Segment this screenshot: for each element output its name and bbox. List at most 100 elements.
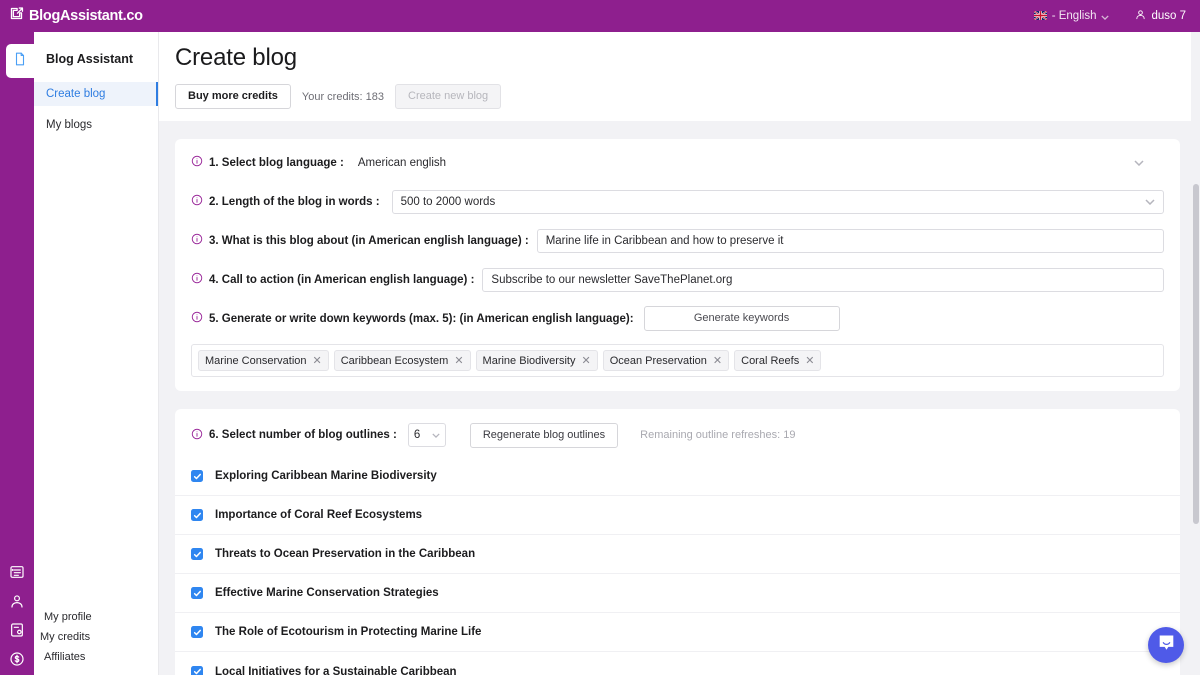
blog-outlines-card: 6. Select number of blog outlines : 6 Re… <box>175 409 1180 675</box>
close-icon[interactable]: ✕ <box>805 354 814 367</box>
info-circle-icon[interactable] <box>191 311 203 326</box>
outline-checkbox[interactable] <box>191 548 203 560</box>
credit-card-icon[interactable] <box>9 622 25 638</box>
keyword-label: Marine Biodiversity <box>483 355 576 367</box>
form-label-text: 6. Select number of blog outlines : <box>209 429 397 441</box>
close-icon[interactable]: ✕ <box>313 354 322 367</box>
outline-list-item[interactable]: Importance of Coral Reef Ecosystems <box>175 496 1180 535</box>
sidebar-item-label: My blogs <box>46 119 92 131</box>
language-value[interactable]: American english <box>358 157 446 169</box>
blog-length-select[interactable]: 500 to 2000 words <box>392 190 1164 214</box>
keyword-tag[interactable]: Marine Conservation ✕ <box>198 350 329 371</box>
top-bar-right: - English duso 7 <box>1034 7 1186 25</box>
sidebar-item-label: Create blog <box>46 88 105 100</box>
chevron-down-icon <box>1145 196 1155 208</box>
blog-length-value: 500 to 2000 words <box>401 196 496 208</box>
outline-title: Importance of Coral Reef Ecosystems <box>215 509 422 521</box>
dollar-circle-icon[interactable] <box>9 651 25 667</box>
sidebar-link-affiliates[interactable]: Affiliates <box>34 647 158 667</box>
generate-keywords-button[interactable]: Generate keywords <box>644 306 840 331</box>
keyword-tag[interactable]: Coral Reefs ✕ <box>734 350 821 371</box>
outline-list-item[interactable]: Effective Marine Conservation Strategies <box>175 574 1180 613</box>
form-row-topic: 3. What is this blog about (in American … <box>175 221 1180 260</box>
form-label-keywords: 5. Generate or write down keywords (max.… <box>191 311 634 326</box>
form-label-length: 2. Length of the blog in words : <box>191 194 380 209</box>
uk-flag-icon <box>1034 7 1047 25</box>
chevron-down-icon <box>432 429 440 441</box>
list-icon[interactable] <box>9 564 25 580</box>
page-header: Create blog Buy more credits Your credit… <box>159 32 1200 121</box>
create-new-blog-button: Create new blog <box>395 84 501 109</box>
info-circle-icon[interactable] <box>191 194 203 209</box>
sidebar-item-create-blog[interactable]: Create blog <box>34 82 158 106</box>
buy-more-credits-button[interactable]: Buy more credits <box>175 84 291 109</box>
close-icon[interactable]: ✕ <box>454 354 463 367</box>
outline-list-item[interactable]: Exploring Caribbean Marine Biodiversity <box>175 457 1180 496</box>
form-label-text: 4. Call to action (in American english l… <box>209 274 474 286</box>
user-icon <box>1135 7 1146 25</box>
form-label-text: 5. Generate or write down keywords (max.… <box>209 313 634 325</box>
form-row-length: 2. Length of the blog in words : 500 to … <box>175 182 1180 221</box>
regenerate-outlines-button[interactable]: Regenerate blog outlines <box>470 423 618 448</box>
form-label-text: 3. What is this blog about (in American … <box>209 235 529 247</box>
rail-tab-blog-assistant[interactable] <box>6 44 34 78</box>
keyword-label: Coral Reefs <box>741 355 799 367</box>
close-icon[interactable]: ✕ <box>581 354 590 367</box>
user-name: duso 7 <box>1151 10 1186 22</box>
form-row-keywords: 5. Generate or write down keywords (max.… <box>175 299 1180 338</box>
outline-count-value: 6 <box>414 429 420 441</box>
keyword-tag[interactable]: Caribbean Ecosystem ✕ <box>334 350 471 371</box>
blog-settings-card: 1. Select blog language : American engli… <box>175 139 1180 391</box>
sidebar-link-my-profile[interactable]: My profile <box>34 607 158 627</box>
brand-logo[interactable]: BlogAssistant.co <box>9 6 143 26</box>
form-label-topic: 3. What is this blog about (in American … <box>191 233 529 248</box>
sidebar-title: Blog Assistant <box>34 32 158 66</box>
info-circle-icon[interactable] <box>191 155 203 170</box>
form-label-text: 2. Length of the blog in words : <box>209 196 380 208</box>
outline-title: The Role of Ecotourism in Protecting Mar… <box>215 626 481 638</box>
call-to-action-input[interactable]: Subscribe to our newsletter SaveThePlane… <box>482 268 1164 292</box>
sidebar-item-my-blogs[interactable]: My blogs <box>34 113 158 137</box>
chevron-down-icon <box>1101 7 1109 25</box>
main-content: Create blog Buy more credits Your credit… <box>159 32 1200 675</box>
outline-checkbox[interactable] <box>191 509 203 521</box>
page-title: Create blog <box>175 44 1200 72</box>
keyword-tag[interactable]: Ocean Preservation ✕ <box>603 350 729 371</box>
info-circle-icon[interactable] <box>191 428 203 443</box>
left-rail <box>0 32 34 675</box>
form-label-outline-count: 6. Select number of blog outlines : <box>191 428 397 443</box>
document-icon <box>13 52 27 71</box>
outline-checkbox[interactable] <box>191 470 203 482</box>
outline-count-select[interactable]: 6 <box>408 423 446 447</box>
info-circle-icon[interactable] <box>191 233 203 248</box>
rail-bottom-icons <box>0 564 34 667</box>
remaining-refreshes-text: Remaining outline refreshes: 19 <box>640 429 795 441</box>
header-actions: Buy more credits Your credits: 183 Creat… <box>175 84 1200 109</box>
outline-list-item[interactable]: The Role of Ecotourism in Protecting Mar… <box>175 613 1180 652</box>
form-label-cta: 4. Call to action (in American english l… <box>191 272 474 287</box>
outline-list-item[interactable]: Threats to Ocean Preservation in the Car… <box>175 535 1180 574</box>
chat-bubble-icon <box>1157 633 1176 657</box>
user-menu[interactable]: duso 7 <box>1135 7 1186 25</box>
user-icon[interactable] <box>9 593 25 609</box>
language-selector[interactable]: - English <box>1034 7 1110 25</box>
sidebar: Blog Assistant Create blog My blogs My p… <box>34 32 159 675</box>
sidebar-link-my-credits[interactable]: My credits <box>34 627 158 647</box>
info-circle-icon[interactable] <box>191 272 203 287</box>
blog-topic-input[interactable]: Marine life in Caribbean and how to pres… <box>537 229 1164 253</box>
keyword-tag[interactable]: Marine Biodiversity ✕ <box>476 350 598 371</box>
outline-checkbox[interactable] <box>191 626 203 638</box>
outline-list-item[interactable]: Local Initiatives for a Sustainable Cari… <box>175 652 1180 675</box>
keyword-label: Caribbean Ecosystem <box>341 355 449 367</box>
chat-widget-button[interactable] <box>1148 627 1184 663</box>
outline-checkbox[interactable] <box>191 666 203 675</box>
brand-name: BlogAssistant.co <box>29 8 143 24</box>
top-bar: BlogAssistant.co - English <box>0 0 1200 32</box>
chevron-down-icon[interactable] <box>1134 158 1144 168</box>
form-label-language: 1. Select blog language : <box>191 155 344 170</box>
scrollbar-thumb[interactable] <box>1193 184 1199 524</box>
language-label: - English <box>1052 10 1097 22</box>
outline-checkbox[interactable] <box>191 587 203 599</box>
close-icon[interactable]: ✕ <box>713 354 722 367</box>
page-scrollbar[interactable] <box>1191 32 1200 675</box>
